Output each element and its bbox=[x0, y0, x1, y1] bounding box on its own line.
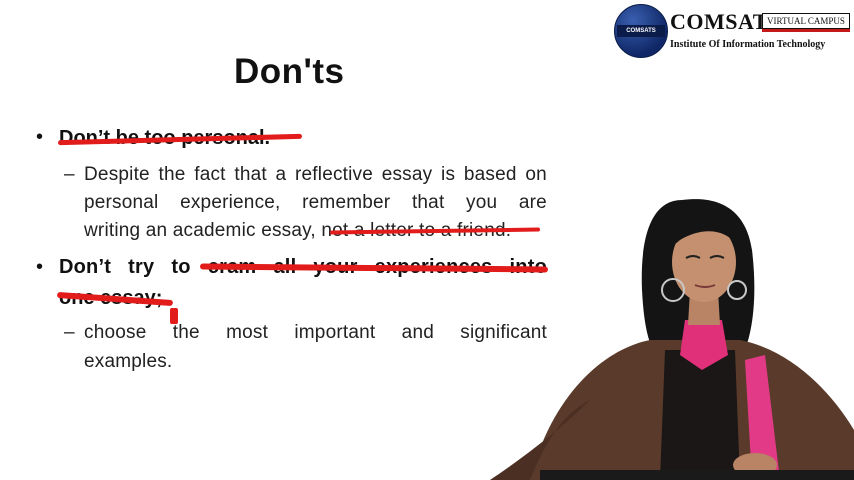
dash: – bbox=[64, 164, 75, 185]
slide-title: Don'ts bbox=[234, 52, 345, 91]
logo-red-bar bbox=[762, 29, 850, 32]
logo-virtual-campus: VIRTUAL CAMPUS bbox=[762, 13, 850, 29]
sub2-line2: examples. bbox=[84, 351, 173, 372]
sub2-line1: choose the most important and significant bbox=[84, 322, 547, 343]
sub1-line1: Despite the fact that a reflective essay is base… bbox=[84, 164, 547, 185]
sub1-line2: personal experience, remember that you are bbox=[84, 192, 547, 213]
comsats-logo: COMSATS COMSATS VIRTUAL CAMPUS Institute… bbox=[614, 4, 850, 58]
presenter-image bbox=[490, 199, 854, 480]
comsats-seal-icon: COMSATS bbox=[614, 4, 668, 58]
dash: – bbox=[64, 322, 75, 343]
logo-subtitle: Institute Of Information Technology bbox=[670, 39, 826, 50]
lecture-frame: COMSATS COMSATS VIRTUAL CAMPUS Institute… bbox=[0, 0, 854, 480]
bullet-dot: • bbox=[36, 126, 44, 148]
podium bbox=[540, 470, 854, 480]
seal-text: COMSATS bbox=[617, 25, 665, 37]
bullet-dot: • bbox=[36, 256, 44, 278]
